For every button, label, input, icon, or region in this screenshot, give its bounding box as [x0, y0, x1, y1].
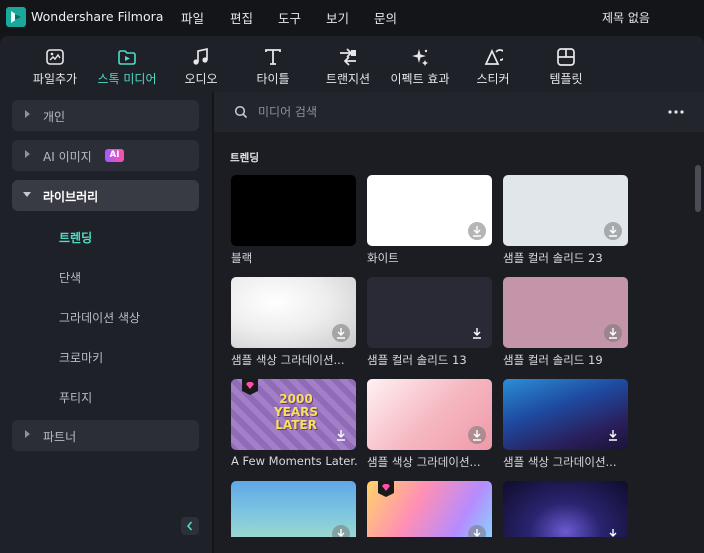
media-caption: 샘플 색상 그라데이션... [503, 455, 617, 469]
sidebar-group-label: 파트너 [43, 430, 77, 444]
menu-view[interactable]: 보기 [326, 8, 349, 27]
tool-titles[interactable]: 타이틀 [252, 36, 294, 92]
media-caption: A Few Moments Later... [231, 454, 359, 468]
download-icon[interactable] [332, 324, 350, 342]
sidebar-item-trending[interactable]: 트렌딩 [59, 229, 92, 246]
download-icon[interactable] [604, 324, 622, 342]
filmora-logo-icon [6, 7, 26, 27]
tool-import-label: 파일추가 [32, 72, 78, 86]
media-thumbnail-gradient-sky[interactable] [231, 481, 356, 537]
download-icon[interactable] [468, 324, 486, 342]
sidebar-item-gradient[interactable]: 그라데이션 색상 [59, 309, 140, 326]
menu-edit[interactable]: 편집 [230, 8, 253, 27]
download-icon[interactable] [468, 525, 486, 537]
sidebar-item-chroma-key[interactable]: 크로마키 [59, 349, 103, 366]
chevron-left-icon [186, 521, 193, 531]
transition-icon [337, 46, 359, 68]
chevron-right-icon [25, 110, 30, 118]
media-toolbar: 파일추가 스톡 미디어 오디오 타이틀 트랜지션 이펙트 효과 스티커 템플릿 [0, 36, 704, 92]
media-caption: 샘플 색상 그라데이션... [231, 353, 345, 367]
tool-transitions-label: 트랜지션 [325, 72, 371, 86]
download-icon[interactable] [332, 426, 350, 444]
effects-sparkle-icon [409, 46, 431, 68]
stock-media-icon [116, 46, 138, 68]
chevron-right-icon [25, 430, 30, 438]
download-icon[interactable] [468, 426, 486, 444]
download-icon[interactable] [604, 525, 622, 537]
import-icon [44, 46, 66, 68]
sidebar-item-solid-color[interactable]: 단색 [59, 269, 81, 286]
media-caption: 샘플 컬러 솔리드 19 [503, 353, 603, 367]
app-name: Wondershare Filmora [31, 9, 164, 24]
chevron-down-icon [23, 192, 31, 197]
media-caption: 블랙 [231, 251, 253, 265]
download-icon[interactable] [468, 222, 486, 240]
media-thumbnail-solid-19[interactable] [503, 277, 628, 348]
media-caption: 샘플 색상 그라데이션... [367, 455, 481, 469]
download-icon[interactable] [604, 222, 622, 240]
tool-effects-label: 이펙트 효과 [390, 72, 450, 86]
sidebar-group-label: 라이브러리 [43, 190, 99, 204]
tool-templates-label: 템플릿 [549, 72, 583, 86]
sidebar-group-library[interactable]: 라이브러리 [12, 180, 199, 211]
tool-stock-media-label: 스톡 미디어 [97, 72, 157, 86]
template-icon [555, 46, 577, 68]
sidebar-group-ai-image[interactable]: AI 이미지 AI [12, 140, 199, 171]
search-icon [234, 105, 248, 119]
sticker-icon [482, 46, 504, 68]
tool-templates[interactable]: 템플릿 [544, 36, 588, 92]
download-icon[interactable] [604, 426, 622, 444]
tool-stickers[interactable]: 스티커 [473, 36, 513, 92]
sidebar-group-partner[interactable]: 파트너 [12, 420, 199, 451]
tool-audio[interactable]: 오디오 [180, 36, 222, 92]
media-thumbnail-gradient-gray[interactable] [231, 277, 356, 348]
menu-help[interactable]: 문의 [374, 8, 397, 27]
media-caption: 샘플 컬러 솔리드 13 [367, 353, 467, 367]
section-title: 트렌딩 [230, 152, 259, 164]
document-title: 제목 없음 [602, 11, 650, 25]
media-thumbnail-white[interactable] [367, 175, 492, 246]
sidebar-group-personal[interactable]: 개인 [12, 100, 199, 131]
music-note-icon [190, 46, 212, 68]
collapse-sidebar-button[interactable] [181, 517, 199, 535]
tool-transitions[interactable]: 트랜지션 [320, 36, 376, 92]
menu-tools[interactable]: 도구 [278, 8, 301, 27]
menu-file[interactable]: 파일 [181, 8, 204, 27]
tool-titles-label: 타이틀 [256, 72, 290, 86]
media-thumbnail-night-stage[interactable] [503, 481, 628, 537]
more-options-icon[interactable] [666, 104, 686, 120]
media-thumbnail-gradient-pink[interactable] [367, 379, 492, 450]
premium-gem-icon [378, 481, 394, 497]
tool-import[interactable]: 파일추가 [30, 36, 80, 92]
tool-effects[interactable]: 이펙트 효과 [386, 36, 454, 92]
title-t-icon [262, 46, 284, 68]
sidebar-group-label: AI 이미지 [43, 150, 92, 164]
media-scrollbar[interactable] [695, 165, 701, 212]
media-thumbnail-gradient-blue[interactable] [503, 379, 628, 450]
sidebar-group-label: 개인 [43, 110, 66, 124]
tool-stickers-label: 스티커 [476, 72, 510, 86]
download-icon[interactable] [332, 525, 350, 537]
premium-gem-icon [242, 379, 258, 395]
chevron-right-icon [25, 150, 30, 158]
search-input[interactable] [258, 101, 638, 123]
media-caption: 화이트 [367, 251, 399, 265]
media-thumbnail-black[interactable] [231, 175, 356, 246]
tool-audio-label: 오디오 [184, 72, 218, 86]
media-thumbnail-solid-13[interactable] [367, 277, 492, 348]
ai-badge: AI [105, 149, 124, 162]
media-caption: 샘플 컬러 솔리드 23 [503, 251, 603, 265]
media-thumbnail-solid-23[interactable] [503, 175, 628, 246]
thumbnail-text: 2000 YEARS LATER [273, 392, 319, 432]
tool-stock-media[interactable]: 스톡 미디어 [92, 36, 162, 92]
sidebar-item-footage[interactable]: 푸티지 [59, 389, 92, 406]
